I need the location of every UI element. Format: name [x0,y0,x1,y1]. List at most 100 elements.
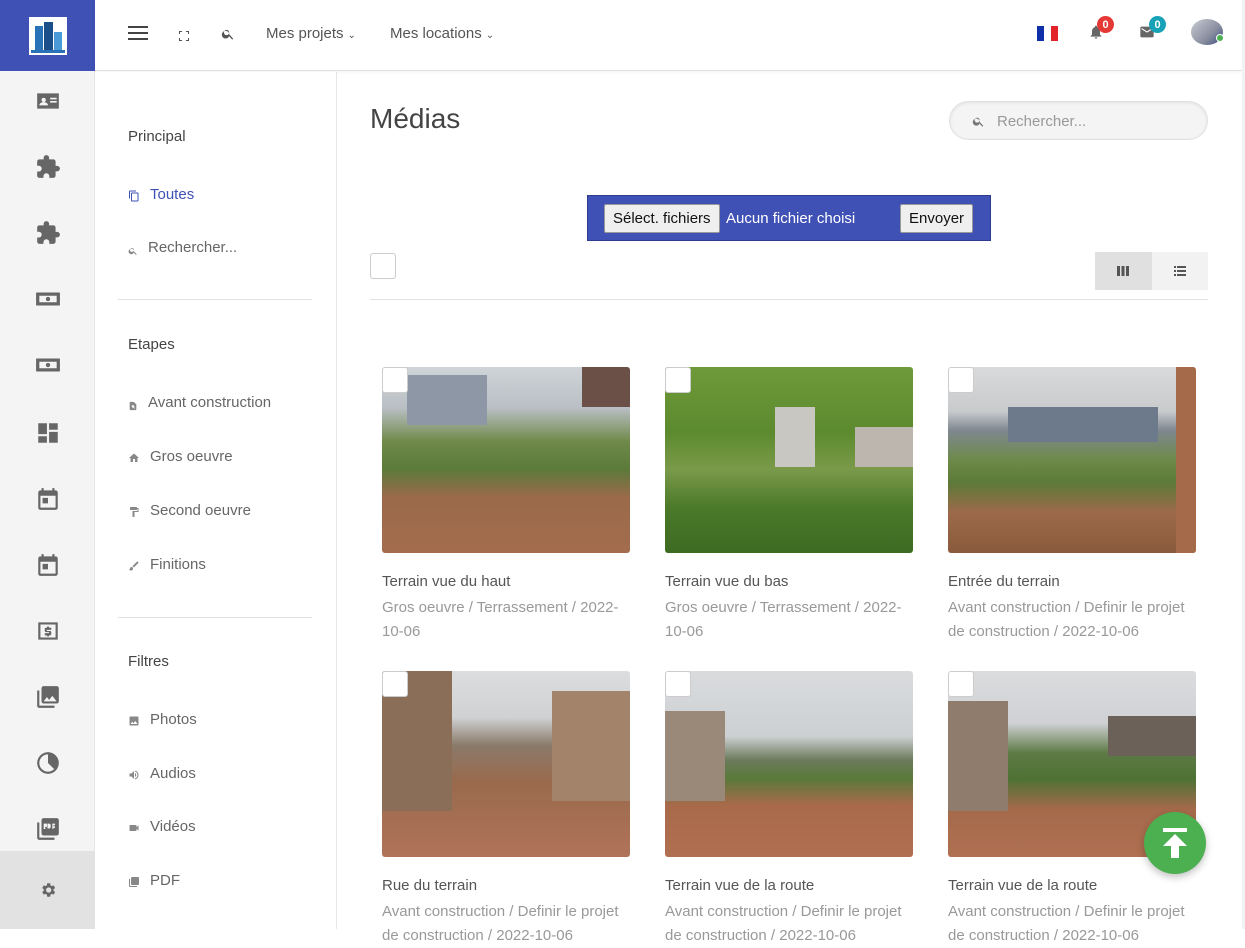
app-logo[interactable] [0,0,95,71]
media-checkbox[interactable] [948,671,974,697]
media-card[interactable]: Terrain vue du haut Gros oeuvre / Terras… [382,367,630,644]
filter-search-label: Rechercher... [148,239,238,256]
no-file-label: Aucun fichier choisi [726,210,856,227]
scroll-to-top-button[interactable] [1144,812,1206,874]
french-flag-icon[interactable] [1037,26,1058,41]
fullscreen-icon[interactable] [179,28,189,41]
section-steps-heading: Etapes [128,336,175,353]
rail-payments-2[interactable] [0,332,95,398]
photo-library-icon [36,686,59,708]
rail-calendar-2[interactable] [0,532,95,598]
media-thumbnail[interactable] [665,671,913,857]
choose-files-button[interactable]: Sélect. fichiers [604,204,720,233]
list-view-button[interactable] [1151,252,1208,290]
online-status-dot [1216,34,1224,42]
media-title: Terrain vue de la route [665,877,815,894]
step-second-oeuvre[interactable]: Second oeuvre [128,502,251,519]
media-card[interactable]: Terrain vue de la route Avant constructi… [948,671,1196,948]
step-gros-oeuvre[interactable]: Gros oeuvre [128,448,233,465]
media-checkbox[interactable] [948,367,974,393]
divider [118,299,312,300]
grid-icon [1117,266,1130,276]
calendar-icon [37,488,58,510]
media-search[interactable] [949,101,1208,140]
rail-history[interactable] [0,730,95,796]
image-icon [128,714,140,726]
puzzle-icon [36,155,60,178]
media-card[interactable]: Terrain vue du bas Gros oeuvre / Terrass… [665,367,913,644]
media-checkbox[interactable] [665,367,691,393]
dollar-box-icon [37,622,58,640]
media-meta: Gros oeuvre / Terrassement / 2022-10-06 [382,599,619,640]
media-title: Terrain vue de la route [948,877,1098,894]
media-thumbnail[interactable] [382,367,630,553]
media-meta: Avant construction / Definir le projet d… [948,599,1185,640]
page-title: Médias [370,103,461,134]
rail-dashboard[interactable] [0,400,95,466]
select-all-checkbox[interactable] [370,253,396,279]
media-card[interactable]: Terrain vue de la route Avant constructi… [665,671,913,948]
filter-videos[interactable]: Vidéos [128,818,196,835]
rail-settings[interactable] [0,851,95,929]
rail-extensions-1[interactable] [0,134,95,200]
filter-search[interactable]: Rechercher... [128,239,237,256]
media-thumbnail[interactable] [382,671,630,857]
rail-calendar-1[interactable] [0,466,95,532]
filter-label: Vidéos [150,818,196,835]
send-button[interactable]: Envoyer [900,204,974,233]
messages-badge: 0 [1149,16,1166,33]
search-icon [128,243,138,255]
search-icon [972,117,984,127]
rail-budget[interactable] [0,598,95,664]
arrow-to-top-icon [1163,828,1187,858]
media-meta: Avant construction / Definir le projet d… [948,903,1185,944]
home-icon [128,451,140,463]
media-title: Terrain vue du bas [665,573,789,590]
view-toggle [1095,252,1208,290]
step-label: Finitions [150,556,206,573]
chevron-down-icon: ⌄ [485,30,495,41]
rail-payments-1[interactable] [0,266,95,332]
calendar-icon [37,554,58,576]
rail-extensions-2[interactable] [0,200,95,266]
step-finitions[interactable]: Finitions [128,556,206,573]
search-input[interactable] [997,110,1197,132]
media-thumbnail[interactable] [665,367,913,553]
media-checkbox[interactable] [382,367,408,393]
projects-label: Mes projets [266,25,344,42]
icon-rail [0,0,95,929]
brush-icon [128,559,140,571]
media-title: Terrain vue du haut [382,573,511,590]
search-icon[interactable] [221,27,235,41]
rentals-dropdown[interactable]: Mes locations ⌄ [390,25,494,42]
chevron-down-icon: ⌄ [347,30,356,41]
step-label: Gros oeuvre [150,448,233,465]
filter-label: Photos [150,711,197,728]
media-title: Entrée du terrain [948,573,1060,590]
step-label: Avant construction [148,394,272,411]
media-card[interactable]: Rue du terrain Avant construction / Defi… [382,671,630,948]
media-card[interactable]: Entrée du terrain Avant construction / D… [948,367,1196,644]
grid-view-button[interactable] [1095,252,1152,290]
media-checkbox[interactable] [665,671,691,697]
media-meta: Gros oeuvre / Terrassement / 2022-10-06 [665,599,902,640]
filter-pdf[interactable]: PDF [128,872,180,889]
volume-icon [128,768,140,780]
projects-dropdown[interactable]: Mes projets ⌄ [266,25,356,42]
filter-audios[interactable]: Audios [128,765,196,782]
contact-card-icon [36,93,59,109]
logo-icon [28,16,67,55]
rail-contacts[interactable] [0,68,95,134]
step-avant-construction[interactable]: Avant construction [128,394,271,411]
rail-media[interactable] [0,664,95,730]
money-icon [35,292,60,306]
section-filters-heading: Filtres [128,653,169,670]
media-checkbox[interactable] [382,671,408,697]
media-meta: Avant construction / Definir le projet d… [665,903,902,944]
filter-photos[interactable]: Photos [128,711,197,728]
media-meta: Avant construction / Definir le projet d… [382,903,619,944]
media-thumbnail[interactable] [948,367,1196,553]
filter-all[interactable]: Toutes [128,186,194,203]
divider [370,299,1208,300]
hamburger-menu-icon[interactable] [128,26,148,42]
